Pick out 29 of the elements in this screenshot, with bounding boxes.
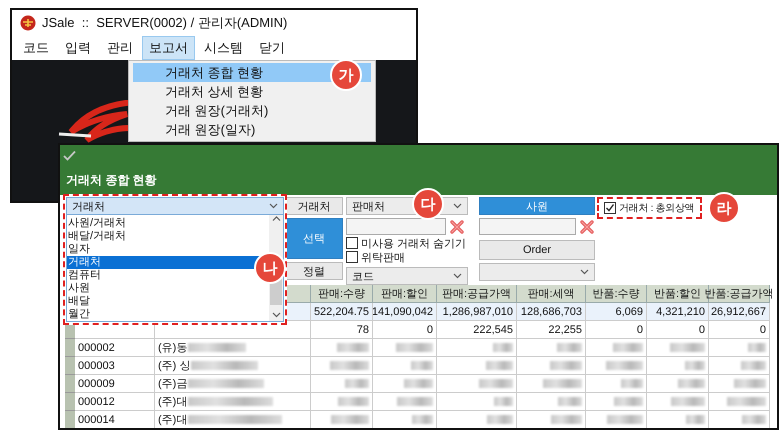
table-cell: 128,686,703 <box>517 303 586 321</box>
table-cell: 522,204.75 <box>311 303 373 321</box>
table-cell: 4,321,210 <box>647 303 709 321</box>
table-cell-text: (주)대 <box>158 413 188 427</box>
checkbox-label: 미사용 거래처 숨기기 <box>361 236 466 250</box>
table-cell: 78 <box>311 321 373 339</box>
table-cell: 000014 <box>75 411 155 428</box>
table-cell: 1,286,987,010 <box>437 303 517 321</box>
table-cell: 222,545 <box>437 321 517 339</box>
table-cell: 0 <box>647 321 709 339</box>
window-title: 거래처 종합 현황 <box>66 172 157 189</box>
table-cell: 000002 <box>75 339 155 357</box>
table-cell: 0 <box>586 321 647 339</box>
window-title: JSale :: SERVER(0002) / 관리자(ADMIN) <box>42 14 288 32</box>
table-cell-text: (주)금 <box>158 377 188 391</box>
table-cell: 0 <box>373 321 437 339</box>
table-cell: 000009 <box>75 375 155 393</box>
table-cell: 141,090,042 <box>373 303 437 321</box>
table-cell: 26,912,667 <box>709 303 770 321</box>
table-cell: 6,069 <box>586 303 647 321</box>
checkbox-label: 위탁판매 <box>361 250 405 264</box>
table-cell: 22,255 <box>517 321 586 339</box>
table-cell-text: (주)대 <box>158 395 188 409</box>
table-cell: 0 <box>709 321 770 339</box>
table-cell: 000012 <box>75 393 155 411</box>
table-cell-text: (주) 싱 <box>158 359 190 373</box>
checkbox-label: 거래처 : 총외상액 <box>619 202 694 215</box>
table-cell: 000003 <box>75 357 155 375</box>
table-cell-text: (유)동 <box>158 341 188 355</box>
